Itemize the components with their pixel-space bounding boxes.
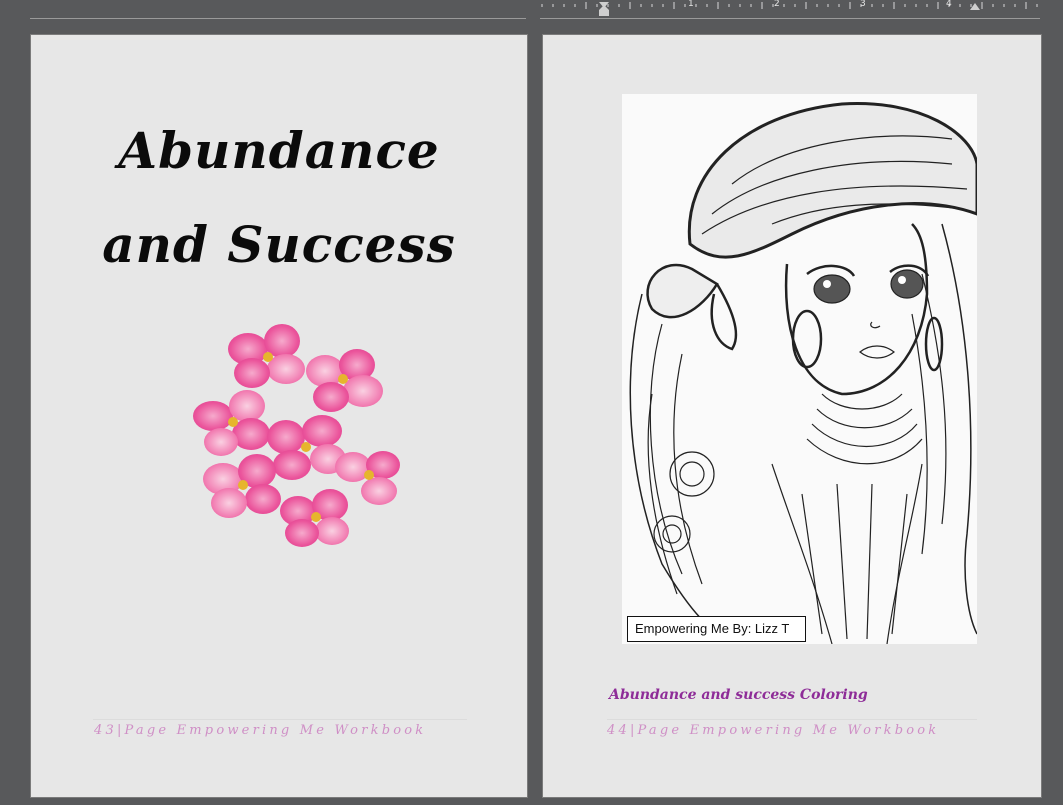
page-title-line-2: and Success	[102, 215, 456, 274]
ruler-mark-4: 4	[946, 0, 952, 9]
page-title-line-1: Abundance	[118, 121, 440, 180]
ruler-mark-3: 3	[860, 0, 866, 9]
ruler-mark-2: 2	[774, 0, 780, 9]
ruler-mark-1: 1	[688, 0, 694, 9]
ruler-ticks	[541, 2, 1038, 16]
coloring-page-image[interactable]	[622, 94, 979, 645]
footer-divider	[607, 719, 977, 720]
image-caption: Abundance and success Coloring	[609, 687, 868, 703]
credit-text-box[interactable]: Empowering Me By: Lizz T	[627, 616, 806, 642]
girl-line-art	[629, 102, 979, 645]
ruler-left	[30, 0, 526, 19]
footer-divider	[93, 719, 467, 720]
page-footer: 43|Page Empowering Me Workbook	[94, 723, 427, 738]
page-footer: 44|Page Empowering Me Workbook	[607, 723, 940, 738]
document-page-43[interactable]: Abundance and Success 43|Page Empowering…	[30, 34, 528, 798]
horizontal-ruler[interactable]: 1 2 3 4	[540, 0, 1040, 19]
pink-flowers-image[interactable]	[171, 307, 411, 547]
document-page-44[interactable]: Empowering Me By: Lizz T Abundance and s…	[542, 34, 1042, 798]
